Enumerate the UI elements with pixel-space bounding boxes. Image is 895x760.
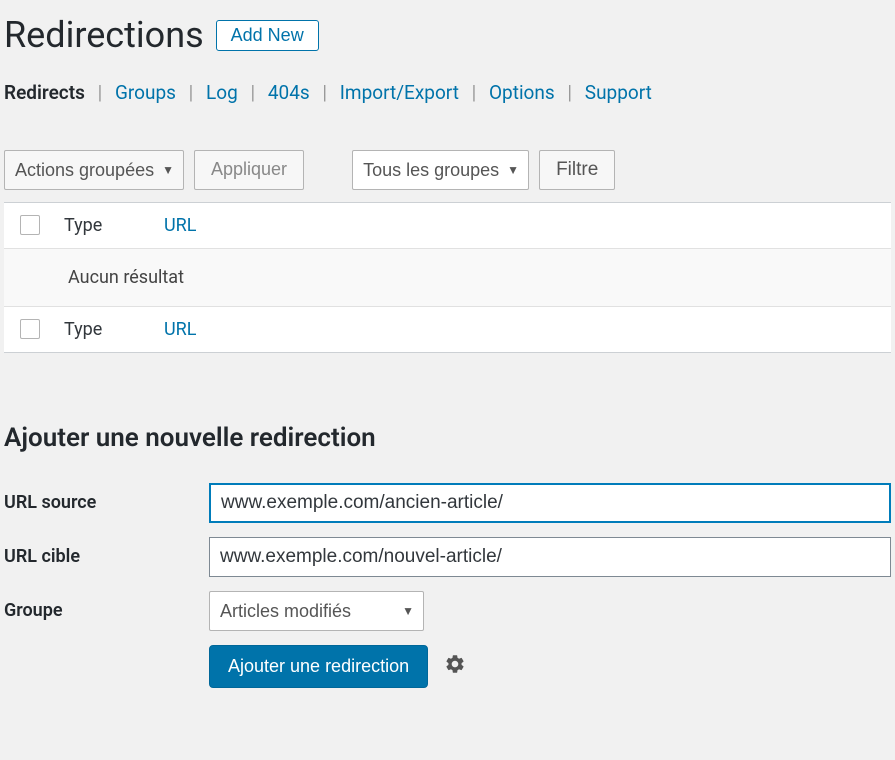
select-all-checkbox-bottom[interactable] xyxy=(20,319,40,339)
nav-support[interactable]: Support xyxy=(579,81,658,104)
target-url-label: URL cible xyxy=(4,546,209,567)
nav-import-export[interactable]: Import/Export xyxy=(334,81,465,104)
group-select[interactable]: Articles modifiés xyxy=(209,591,424,631)
source-url-label: URL source xyxy=(4,492,209,513)
select-all-checkbox-top[interactable] xyxy=(20,215,40,235)
apply-button[interactable]: Appliquer xyxy=(194,150,304,190)
page-title: Redirections xyxy=(4,12,204,59)
filter-button[interactable]: Filtre xyxy=(539,150,615,190)
form-heading: Ajouter une nouvelle redirection xyxy=(4,423,891,453)
col-header-url[interactable]: URL xyxy=(164,215,196,236)
table-footer-row: Type URL xyxy=(4,307,891,352)
nav-groups[interactable]: Groups xyxy=(109,81,182,104)
nav-options[interactable]: Options xyxy=(483,81,561,104)
bulk-actions-select[interactable]: Actions groupées xyxy=(4,150,184,190)
add-new-button[interactable]: Add New xyxy=(216,20,319,51)
redirects-table: Type URL Aucun résultat Type URL xyxy=(4,202,891,353)
no-results-row: Aucun résultat xyxy=(4,249,891,307)
source-url-input[interactable] xyxy=(209,483,891,523)
table-header-row: Type URL xyxy=(4,203,891,249)
col-header-type: Type xyxy=(64,215,164,236)
col-footer-type: Type xyxy=(64,319,164,340)
nav-log[interactable]: Log xyxy=(200,81,244,104)
group-label: Groupe xyxy=(4,600,209,621)
col-footer-url[interactable]: URL xyxy=(164,319,196,340)
nav-404s[interactable]: 404s xyxy=(262,81,316,104)
nav-redirects[interactable]: Redirects xyxy=(4,81,91,104)
gear-icon[interactable] xyxy=(444,653,466,679)
add-redirection-button[interactable]: Ajouter une redirection xyxy=(209,645,428,688)
subnav: Redirects | Groups | Log | 404s | Import… xyxy=(4,79,891,122)
target-url-input[interactable] xyxy=(209,537,891,577)
group-filter-select[interactable]: Tous les groupes xyxy=(352,150,529,190)
